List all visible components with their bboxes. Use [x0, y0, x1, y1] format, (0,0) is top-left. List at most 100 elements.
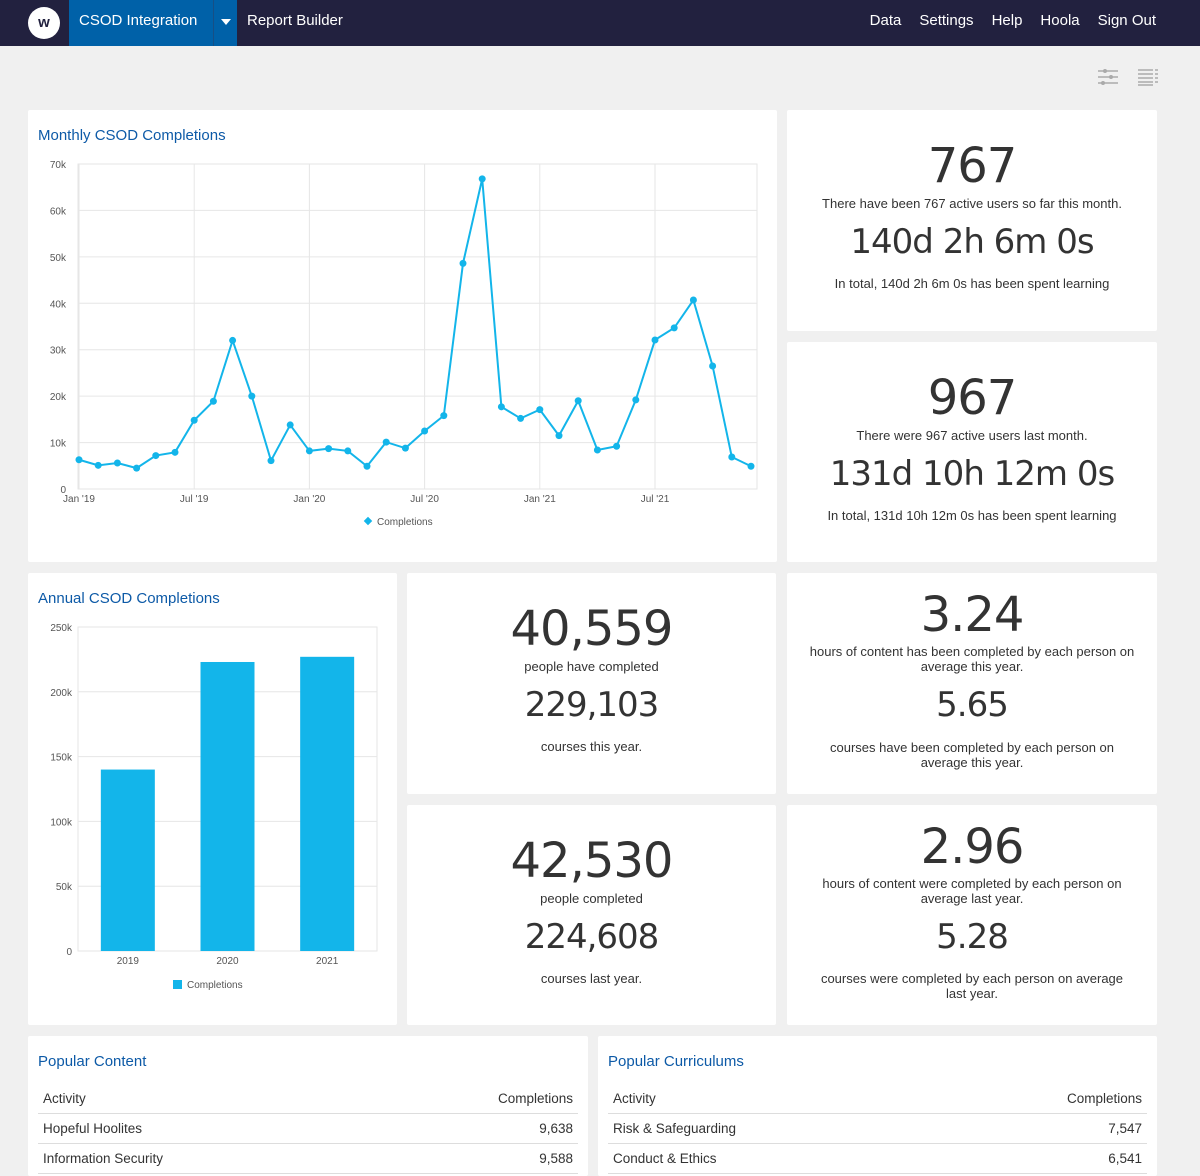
data-point: [344, 447, 352, 455]
bar: [300, 656, 355, 951]
x-tick-label: Jan '21: [524, 494, 556, 505]
logo[interactable]: w: [28, 7, 60, 39]
y-tick-label: 250k: [50, 623, 73, 634]
data-point: [459, 259, 467, 267]
stat-value: 967: [927, 370, 1018, 426]
bar: [100, 769, 155, 951]
app-switcher[interactable]: CSOD Integration: [69, 0, 213, 46]
y-tick-label: 60k: [50, 206, 67, 217]
x-tick-label: Jul '19: [180, 494, 209, 505]
x-tick-label: 2020: [216, 956, 239, 967]
y-tick-label: 50k: [56, 882, 73, 893]
completions-cell: 6,541: [936, 1143, 1147, 1174]
data-point: [689, 296, 697, 304]
table-row: Information Security 9,588: [38, 1143, 578, 1174]
data-point: [363, 462, 371, 470]
report-builder-link[interactable]: Report Builder: [247, 0, 343, 42]
stat-label: courses were completed by each person on…: [820, 971, 1124, 1001]
nav-settings[interactable]: Settings: [919, 0, 973, 42]
legend-label: Completions: [377, 517, 433, 528]
data-point: [152, 452, 160, 460]
activity-cell: Conduct & Ethics: [608, 1143, 937, 1174]
stat-label: In total, 140d 2h 6m 0s has been spent l…: [834, 276, 1110, 291]
annual-bar-chart: 0 50k 100k 150k 200k 250k 2019 2020 2021 Completi…: [50, 623, 378, 991]
data-point: [325, 445, 333, 453]
data-point: [651, 336, 659, 344]
stat-label: In total, 131d 10h 12m 0s has been spent…: [827, 508, 1117, 523]
card-title: Popular Content: [38, 1053, 147, 1070]
x-tick-label: Jul '20: [410, 494, 439, 505]
list-view-icon[interactable]: [1137, 68, 1159, 86]
stat-value: 40,559: [510, 601, 674, 657]
stat-label: people have completed: [524, 659, 659, 674]
data-point: [133, 464, 141, 472]
popular-content-card: Popular Content Activity Completions Hope…: [28, 1036, 588, 1176]
data-point: [613, 442, 621, 450]
stat-value: 5.65: [936, 685, 1009, 725]
nav-hoola[interactable]: Hoola: [1040, 0, 1079, 42]
hours-year-card: 3.24 hours of content has been completed…: [787, 573, 1157, 794]
monthly-chart-card: Monthly CSOD Completions 0 10k 20k 30k 40k 50…: [28, 110, 777, 562]
y-tick-label: 150k: [50, 753, 73, 764]
y-tick-label: 30k: [50, 346, 67, 357]
column-header[interactable]: Completions: [936, 1084, 1147, 1114]
data-point: [190, 416, 198, 424]
y-tick-label: 10k: [50, 439, 67, 450]
stat-value: 3.24: [920, 587, 1025, 643]
data-point: [267, 457, 275, 465]
data-point: [517, 414, 525, 422]
table-row: Conduct & Ethics 6,541: [608, 1143, 1147, 1174]
monthly-line-chart: 010k20k30k40k50k60k70kJan '19 Jul '19 Jan …: [50, 160, 758, 528]
stat-label: courses have been completed by each pers…: [829, 740, 1115, 770]
data-point: [94, 461, 102, 469]
stat-value: 224,608: [524, 917, 660, 957]
data-point: [305, 447, 313, 455]
x-tick-label: Jul '21: [641, 494, 670, 505]
table-row: Hopeful Hoolites 9,638: [38, 1113, 578, 1144]
stat-value: 767: [927, 138, 1018, 194]
people-last-card: 42,530 people completed 224,608 courses …: [407, 805, 776, 1025]
y-tick-label: 200k: [50, 688, 73, 699]
legend-label: Completions: [187, 980, 243, 991]
activity-cell: Hopeful Hoolites: [38, 1113, 365, 1144]
filter-sliders-icon[interactable]: [1097, 68, 1119, 86]
column-header[interactable]: Activity: [608, 1084, 937, 1114]
stat-label: There have been 767 active users so far …: [822, 196, 1122, 211]
active-last-card: 967 There were 967 active users last mon…: [787, 342, 1157, 562]
chevron-down-icon[interactable]: [213, 0, 237, 46]
data-point: [248, 392, 256, 400]
top-nav: w CSOD Integration Report Builder Data S…: [0, 0, 1200, 46]
data-point: [171, 448, 179, 456]
nav-sign-out[interactable]: Sign Out: [1098, 0, 1156, 42]
data-point: [382, 438, 390, 446]
nav-data[interactable]: Data: [870, 0, 902, 42]
stat-label: courses this year.: [540, 739, 643, 754]
completions-cell: 9,638: [364, 1113, 578, 1144]
stat-label: There were 967 active users last month.: [856, 428, 1088, 443]
nav-help[interactable]: Help: [992, 0, 1023, 42]
data-point: [555, 432, 563, 440]
stat-label: hours of content has been completed by e…: [809, 644, 1135, 674]
popular-curriculums-card: Popular Curriculums Activity Completions …: [598, 1036, 1157, 1176]
popular-curriculums-table: Activity Completions Risk & Safeguarding 7…: [608, 1084, 1147, 1174]
data-point: [421, 427, 429, 435]
column-header[interactable]: Completions: [364, 1084, 578, 1114]
stat-label: people completed: [540, 891, 643, 906]
column-header[interactable]: Activity: [38, 1084, 365, 1114]
data-point: [75, 456, 83, 464]
table-row: Risk & Safeguarding 7,547: [608, 1113, 1147, 1144]
data-point: [229, 336, 237, 344]
x-tick-label: 2019: [117, 956, 140, 967]
data-point: [632, 396, 640, 404]
stat-value: 131d 10h 12m 0s: [829, 454, 1115, 494]
data-point: [593, 446, 601, 454]
stat-label: hours of content were completed by each …: [822, 876, 1122, 906]
stat-label: courses last year.: [540, 971, 643, 986]
stat-value: 42,530: [510, 833, 674, 889]
bar: [200, 661, 255, 951]
completions-cell: 9,588: [364, 1143, 578, 1174]
stat-value: 140d 2h 6m 0s: [850, 222, 1094, 262]
stat-value: 5.28: [936, 917, 1009, 957]
people-year-card: 40,559 people have completed 229,103 cou…: [407, 573, 776, 794]
legend-marker: [173, 980, 182, 989]
